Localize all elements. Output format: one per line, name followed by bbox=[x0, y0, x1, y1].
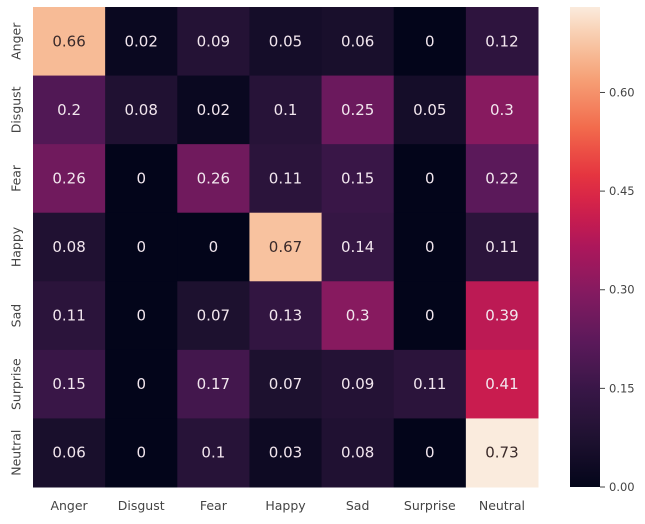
y-tick-label: Neutral bbox=[9, 430, 24, 476]
cell-value-label: 0.66 bbox=[52, 32, 85, 50]
cell-value-label: 0.17 bbox=[197, 375, 230, 393]
cell-value-label: 0.15 bbox=[341, 169, 374, 187]
x-tick-label: Neutral bbox=[479, 498, 525, 513]
cell-value-label: 0.1 bbox=[201, 444, 225, 462]
cell-value-label: 0.09 bbox=[341, 375, 374, 393]
colorbar-tick-label: 0.60 bbox=[609, 85, 635, 99]
colorbar-tick-label: 0.15 bbox=[609, 381, 635, 395]
x-tick-label: Surprise bbox=[404, 498, 456, 513]
cell-value-label: 0.2 bbox=[57, 101, 81, 119]
y-tick-label: Disgust bbox=[9, 86, 24, 133]
cell-value-label: 0.39 bbox=[485, 307, 518, 325]
heatmap-cells: 0.66 0.02 0.09 0.05 0.06 0 0.12 0.2 0.08 0.02 0.1 0… bbox=[33, 7, 539, 488]
cell-value-label: 0 bbox=[136, 444, 146, 462]
cell-value-label: 0.11 bbox=[269, 169, 302, 187]
y-tick-label: Fear bbox=[9, 164, 24, 192]
cell-value-label: 0.03 bbox=[269, 444, 302, 462]
cell-value-label: 0.3 bbox=[490, 101, 514, 119]
cell-value-label: 0 bbox=[209, 238, 219, 256]
cell-value-label: 0 bbox=[136, 307, 146, 325]
y-tick-label: Sad bbox=[9, 304, 24, 328]
cell-value-label: 0.15 bbox=[52, 375, 85, 393]
cell-value-label: 0.07 bbox=[269, 375, 302, 393]
confusion-matrix-heatmap: 0.66 0.02 0.09 0.05 0.06 0 0.12 0.2 0.08 0.02 0.1 0… bbox=[9, 7, 635, 513]
cell-value-label: 0.06 bbox=[52, 444, 85, 462]
cell-value-label: 0 bbox=[425, 169, 435, 187]
y-tick-label: Happy bbox=[9, 226, 24, 267]
x-tick-label: Disgust bbox=[118, 498, 165, 513]
cell-value-label: 0 bbox=[136, 169, 146, 187]
colorbar-tick-label: 0.30 bbox=[609, 283, 635, 297]
cell-value-label: 0.73 bbox=[485, 444, 518, 462]
colorbar-tick-label: 0.45 bbox=[609, 184, 635, 198]
y-axis-tick-labels: Anger Disgust Fear Happy Sad Surprise Neutral bbox=[9, 22, 24, 476]
cell-value-label: 0.25 bbox=[341, 101, 374, 119]
cell-value-label: 0 bbox=[425, 444, 435, 462]
cell-value-label: 0.13 bbox=[269, 307, 302, 325]
cell-value-label: 0.67 bbox=[269, 238, 302, 256]
cell-value-label: 0.1 bbox=[274, 101, 298, 119]
cell-value-label: 0.22 bbox=[485, 169, 518, 187]
x-axis-tick-labels: Anger Disgust Fear Happy Sad Surprise Neutral bbox=[50, 498, 525, 513]
cell-value-label: 0.41 bbox=[485, 375, 518, 393]
cell-value-label: 0.11 bbox=[52, 307, 85, 325]
cell-value-label: 0 bbox=[425, 32, 435, 50]
cell-value-label: 0.07 bbox=[197, 307, 230, 325]
cell-value-label: 0.11 bbox=[485, 238, 518, 256]
cell-value-label: 0 bbox=[136, 238, 146, 256]
cell-value-label: 0.14 bbox=[341, 238, 374, 256]
y-tick-label: Anger bbox=[9, 22, 24, 60]
cell-value-label: 0 bbox=[425, 307, 435, 325]
x-tick-label: Sad bbox=[346, 498, 370, 513]
cell-value-label: 0.02 bbox=[197, 101, 230, 119]
x-tick-label: Fear bbox=[200, 498, 228, 513]
cell-value-label: 0.09 bbox=[197, 32, 230, 50]
cell-value-label: 0 bbox=[136, 375, 146, 393]
cell-value-label: 0 bbox=[425, 238, 435, 256]
cell-value-label: 0.08 bbox=[341, 444, 374, 462]
cell-value-label: 0.12 bbox=[485, 32, 518, 50]
cell-value-label: 0.06 bbox=[341, 32, 374, 50]
colorbar: 0.00 0.15 0.30 0.45 0.60 bbox=[570, 7, 635, 494]
x-tick-label: Anger bbox=[50, 498, 88, 513]
x-tick-label: Happy bbox=[265, 498, 306, 513]
cell-value-label: 0.26 bbox=[52, 169, 85, 187]
cell-value-label: 0.05 bbox=[269, 32, 302, 50]
cell-value-label: 0.08 bbox=[52, 238, 85, 256]
colorbar-tick-label: 0.00 bbox=[609, 480, 635, 494]
y-tick-label: Surprise bbox=[9, 358, 24, 410]
cell-value-label: 0.11 bbox=[413, 375, 446, 393]
cell-value-label: 0.08 bbox=[125, 101, 158, 119]
colorbar-gradient bbox=[570, 7, 600, 487]
cell-value-label: 0.05 bbox=[413, 101, 446, 119]
cell-value-label: 0.26 bbox=[197, 169, 230, 187]
colorbar-ticks: 0.00 0.15 0.30 0.45 0.60 bbox=[600, 85, 635, 494]
cell-value-label: 0.02 bbox=[125, 32, 158, 50]
cell-value-label: 0.3 bbox=[346, 307, 370, 325]
